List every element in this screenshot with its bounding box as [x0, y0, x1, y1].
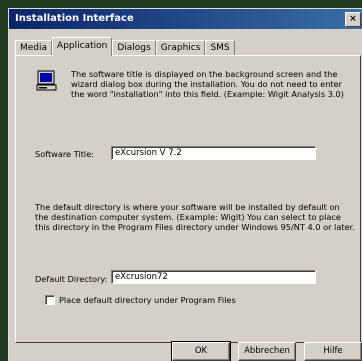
- software-title-label: Software Title:: [35, 149, 94, 159]
- default-directory-input[interactable]: eXcrusion72: [111, 270, 316, 284]
- tab-application[interactable]: Application: [52, 37, 113, 56]
- tab-graphics[interactable]: Graphics: [155, 40, 206, 56]
- installation-dialog: Installation Interface × Media Applicati…: [8, 8, 362, 361]
- window-title: Installation Interface: [15, 13, 134, 24]
- computer-icon: [36, 70, 57, 91]
- default-directory-label: Default Directory:: [35, 274, 108, 284]
- tab-dialogs[interactable]: Dialogs: [112, 40, 156, 56]
- default-directory-description: The default directory is where your soft…: [35, 202, 355, 232]
- close-icon[interactable]: ×: [345, 12, 361, 27]
- tab-strip: Media Application Dialogs Graphics SMS: [15, 37, 235, 56]
- title-bar: Installation Interface ×: [9, 9, 362, 29]
- cancel-button[interactable]: Abbrechen: [238, 342, 296, 361]
- program-files-checkbox-label: Place default directory under Program Fi…: [59, 295, 236, 305]
- tab-sms[interactable]: SMS: [205, 40, 235, 56]
- program-files-checkbox[interactable]: [45, 295, 55, 305]
- software-title-description: The software title is displayed on the b…: [71, 69, 344, 99]
- software-title-input[interactable]: eXcursion V 7.2: [111, 146, 316, 160]
- tab-media[interactable]: Media: [15, 40, 53, 56]
- help-button[interactable]: Hilfe: [304, 342, 362, 361]
- ok-button[interactable]: OK: [171, 341, 231, 361]
